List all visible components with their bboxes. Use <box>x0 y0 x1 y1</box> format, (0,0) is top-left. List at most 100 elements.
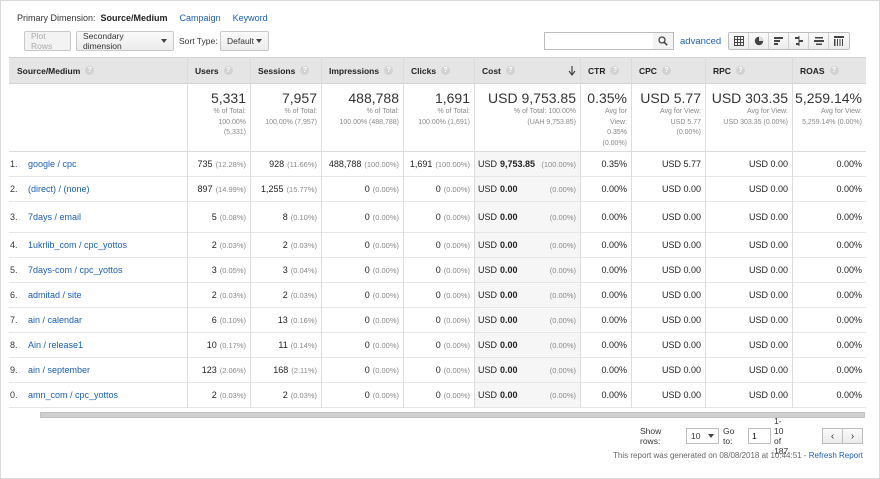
clicks-value: 0 <box>435 365 441 375</box>
clicks-percent: (0.00%) <box>443 240 470 250</box>
column-label: ROAS <box>800 65 825 76</box>
help-circle-icon[interactable]: ? <box>85 66 95 75</box>
column-header-cost[interactable]: Cost? <box>474 58 580 83</box>
dimension-link-keyword[interactable]: Keyword <box>233 13 268 23</box>
show-rows-value: 10 <box>691 431 701 441</box>
help-circle-icon[interactable]: ? <box>441 66 451 75</box>
prev-page-button[interactable]: ‹ <box>822 428 843 444</box>
total-sub: View: <box>610 118 627 126</box>
horizontal-scrollbar[interactable] <box>40 412 865 418</box>
column-header-rpc[interactable]: RPC? <box>705 58 792 83</box>
cell-cost: USD 0.00 (0.00%) <box>474 283 580 307</box>
column-header-sessions[interactable]: Sessions? <box>250 58 321 83</box>
cell-clicks: 0 (0.00%) <box>403 177 474 201</box>
impressions-value: 0 <box>364 340 370 350</box>
pie-view-button[interactable] <box>749 33 769 49</box>
table-row[interactable]: 3. 7days / email 5 (0.08%) 8 (0.10%) 0 (0.00%) 0… <box>9 202 866 233</box>
cost-currency: USD <box>478 240 498 250</box>
sessions-value: 8 <box>282 212 288 222</box>
dimension-link-campaign[interactable]: Campaign <box>180 13 221 23</box>
goto-page-input[interactable] <box>748 428 771 444</box>
impressions-value: 0 <box>364 390 370 400</box>
cost-percent: (0.00%) <box>549 340 576 350</box>
table-row[interactable]: 7. ain / calendar 6 (0.10%) 13 (0.16%) 0 (0.00%… <box>9 308 866 333</box>
cell-cpc: USD 0.00 <box>661 340 701 350</box>
table-row[interactable]: 1. google / cpc 735 (12.28%) 928 (11.66%) 488,… <box>9 152 866 177</box>
help-circle-icon[interactable]: ? <box>661 66 671 75</box>
total-users: 5,331 % of Total: 100.00% (5,331) <box>187 84 250 152</box>
source-medium-link[interactable]: (direct) / (none) <box>28 177 90 201</box>
secondary-dimension-select[interactable]: Secondary dimension <box>76 31 174 51</box>
pivot-view-button[interactable] <box>829 33 849 49</box>
help-circle-icon[interactable]: ? <box>505 66 515 75</box>
refresh-report-link[interactable]: Refresh Report <box>809 451 863 460</box>
table-row[interactable]: 4. 1ukrlib_com / cpc_yottos 2 (0.03%) 2 (0.03… <box>9 233 866 258</box>
cost-value: 0.00 <box>500 212 518 222</box>
next-page-button[interactable]: › <box>842 428 863 444</box>
cost-value: 0.00 <box>500 265 518 275</box>
clicks-value: 0 <box>435 290 441 300</box>
table-row[interactable]: 6. admitad / site 2 (0.03%) 2 (0.03%) 0 (0.00%)… <box>9 283 866 308</box>
column-divider <box>403 57 404 408</box>
sessions-percent: (15.77%) <box>286 184 317 194</box>
help-circle-icon[interactable]: ? <box>300 66 310 75</box>
advanced-filter-link[interactable]: advanced <box>680 36 721 47</box>
totals-row: 5,331 % of Total: 100.00% (5,331) 7,957 … <box>9 84 866 152</box>
secondary-dimension-label: Secondary dimension <box>83 31 124 51</box>
cell-users: 2 (0.03%) <box>187 283 250 307</box>
clicks-value: 0 <box>435 390 441 400</box>
view-switcher <box>728 32 850 50</box>
cell-cost: USD 0.00 (0.00%) <box>474 383 580 407</box>
source-medium-link[interactable]: 7days-com / cpc_yottos <box>28 258 123 282</box>
sessions-value: 2 <box>282 390 288 400</box>
help-circle-icon[interactable]: ? <box>223 66 233 75</box>
cell-roas: 0.00% <box>836 240 862 250</box>
column-header-cpc[interactable]: CPC? <box>631 58 705 83</box>
source-medium-link[interactable]: 7days / email <box>28 202 81 232</box>
term-cloud-view-button[interactable] <box>809 33 829 49</box>
table-row[interactable]: 9. ain / september 123 (2.06%) 168 (2.11%) 0 (0… <box>9 358 866 383</box>
comparison-view-button[interactable] <box>789 33 809 49</box>
cell-ctr: 0.00% <box>601 390 627 400</box>
source-medium-link[interactable]: amn_com / cpc_yottos <box>28 383 118 407</box>
cell-rpc: USD 0.00 <box>748 159 788 169</box>
column-divider <box>250 57 251 408</box>
row-index: 1. <box>10 159 18 169</box>
table-row[interactable]: 5. 7days-com / cpc_yottos 3 (0.05%) 3 (0.04%)… <box>9 258 866 283</box>
source-medium-link[interactable]: 1ukrlib_com / cpc_yottos <box>28 233 127 257</box>
source-medium-link[interactable]: google / cpc <box>28 152 77 176</box>
column-header-clicks[interactable]: Clicks? <box>403 58 474 83</box>
column-header-roas[interactable]: ROAS? <box>792 58 866 83</box>
plot-rows-button[interactable]: Plot Rows <box>24 31 71 51</box>
performance-view-button[interactable] <box>769 33 789 49</box>
cell-rpc: USD 0.00 <box>748 315 788 325</box>
help-circle-icon[interactable]: ? <box>735 66 745 75</box>
table-row[interactable]: 0. amn_com / cpc_yottos 2 (0.03%) 2 (0.03%) 0(… <box>9 383 866 408</box>
row-index: 0. <box>10 390 18 400</box>
source-medium-link[interactable]: ain / september <box>28 358 90 382</box>
column-header-users[interactable]: Users? <box>187 58 250 83</box>
clicks-percent: (0.00%) <box>443 212 470 222</box>
cell-users: 6 (0.10%) <box>187 308 250 332</box>
table-row[interactable]: 2. (direct) / (none) 897 (14.99%) 1,255 (15.7… <box>9 177 866 202</box>
column-header-ctr[interactable]: CTR? <box>580 58 631 83</box>
show-rows-select[interactable]: 10 <box>686 428 719 444</box>
clicks-value: 1,691 <box>409 159 433 169</box>
column-header-source[interactable]: Source/Medium? <box>9 58 187 83</box>
column-header-impressions[interactable]: Impressions? <box>321 58 403 83</box>
source-medium-link[interactable]: Ain / release1 <box>28 333 83 357</box>
table-row[interactable]: 8. Ain / release1 10 (0.17%) 11 (0.14%) 0 (0.00… <box>9 333 866 358</box>
cell-clicks: 0 (0.00%) <box>403 258 474 282</box>
table-view-button[interactable] <box>729 33 749 49</box>
help-circle-icon[interactable]: ? <box>384 66 394 75</box>
impressions-value: 0 <box>364 212 370 222</box>
sort-type-select[interactable]: Default <box>220 31 269 51</box>
row-index: 8. <box>10 340 18 350</box>
search-button[interactable] <box>653 32 674 50</box>
column-divider <box>631 57 632 408</box>
source-medium-link[interactable]: admitad / site <box>28 283 82 307</box>
primary-dimension-label: Primary Dimension: <box>17 13 96 23</box>
help-circle-icon[interactable]: ? <box>610 66 620 75</box>
source-medium-link[interactable]: ain / calendar <box>28 308 82 332</box>
help-circle-icon[interactable]: ? <box>829 66 839 75</box>
